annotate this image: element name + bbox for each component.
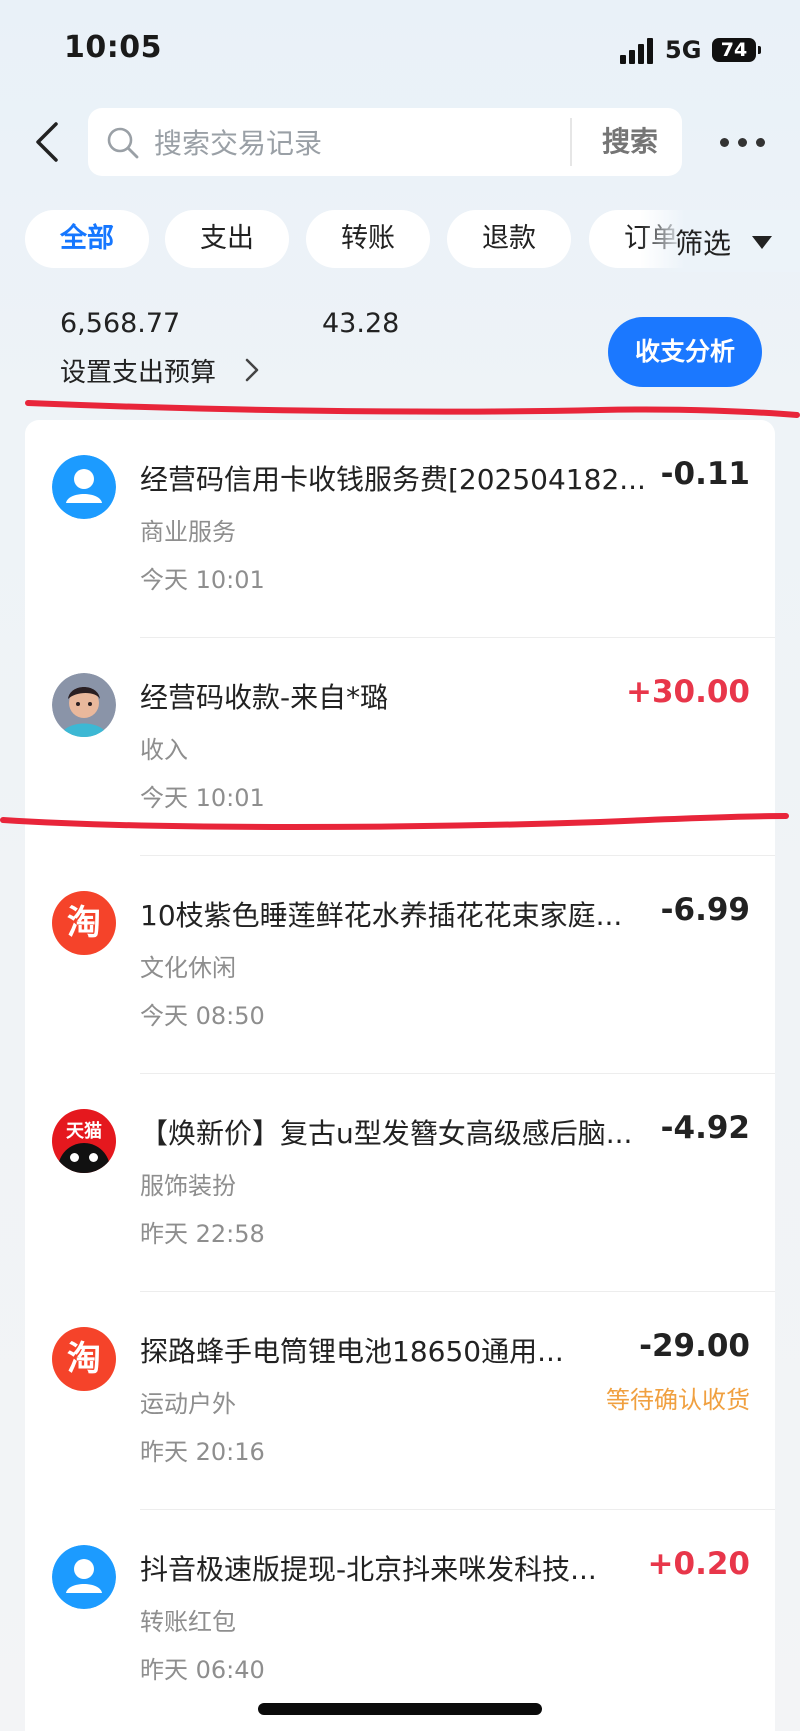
transaction-time: 昨天 20:16: [140, 1438, 265, 1466]
transaction-row[interactable]: 淘 10枝紫色睡莲鲜花水养插花花束家庭... 文化休闲 今天 08:50 -6.…: [25, 856, 775, 1074]
transaction-time: 昨天 06:40: [140, 1656, 265, 1684]
tab-expense[interactable]: 支出: [165, 210, 289, 268]
transaction-category: 商业服务: [140, 518, 236, 546]
transaction-amount: -29.00: [639, 1328, 750, 1364]
filter-button[interactable]: 筛选: [675, 222, 731, 262]
transaction-time: 今天 08:50: [140, 1002, 265, 1030]
annotation-line-top: [25, 400, 800, 418]
transaction-category: 文化休闲: [140, 954, 236, 982]
expense-total: 6,568.77: [60, 308, 181, 339]
tmall-cat-face: [58, 1143, 110, 1173]
transaction-row[interactable]: 淘 探路蜂手电筒锂电池18650通用... 运动户外 昨天 20:16 -29.…: [25, 1292, 775, 1510]
transaction-amount: -4.92: [660, 1110, 750, 1146]
transaction-row[interactable]: 经营码信用卡收钱服务费[202504182... 商业服务 今天 10:01 -…: [25, 420, 775, 638]
transaction-amount: +30.00: [625, 674, 750, 710]
transaction-amount: -6.99: [660, 892, 750, 928]
transaction-title: 探路蜂手电筒锂电池18650通用...: [140, 1335, 564, 1368]
tab-transfer[interactable]: 转账: [306, 210, 430, 268]
search-bar[interactable]: 搜索: [88, 108, 682, 176]
more-options-icon[interactable]: [720, 128, 766, 156]
search-input[interactable]: [152, 120, 636, 166]
network-label: 5G: [665, 36, 702, 64]
transaction-amount: -0.11: [660, 456, 750, 492]
clock: 10:05: [64, 30, 162, 65]
transaction-time: 今天 10:01: [140, 784, 265, 812]
transaction-title: 【焕新价】复古u型发簪女高级感后脑...: [140, 1117, 633, 1150]
income-total: 43.28: [322, 308, 400, 339]
order-status-badge: 等待确认收货: [606, 1386, 750, 1414]
tab-all[interactable]: 全部: [25, 210, 149, 268]
search-button[interactable]: 搜索: [580, 108, 680, 176]
transaction-row[interactable]: 抖音极速版提现-北京抖来咪发科技... 转账红包 昨天 06:40 +0.20: [25, 1510, 775, 1728]
transaction-category: 运动户外: [140, 1390, 236, 1418]
back-arrow-icon[interactable]: [30, 120, 70, 164]
caret-down-icon[interactable]: [752, 236, 772, 249]
transaction-title: 经营码收款-来自*璐: [140, 681, 389, 714]
taobao-icon: 淘: [52, 891, 116, 955]
chevron-right-icon[interactable]: [242, 356, 262, 384]
home-indicator[interactable]: [258, 1703, 542, 1715]
set-budget-link[interactable]: 设置支出预算: [60, 352, 216, 389]
user-icon: [52, 1545, 116, 1609]
user-icon: [52, 455, 116, 519]
transaction-time: 今天 10:01: [140, 566, 265, 594]
transaction-amount: +0.20: [647, 1546, 750, 1582]
transaction-row[interactable]: 经营码收款-来自*璐 收入 今天 10:01 +30.00: [25, 638, 775, 856]
signal-icon: [620, 36, 656, 64]
taobao-icon: 淘: [52, 1327, 116, 1391]
transaction-category: 服饰装扮: [140, 1172, 236, 1200]
income-expense-analysis-button[interactable]: 收支分析: [608, 317, 762, 387]
transaction-time: 昨天 22:58: [140, 1220, 265, 1248]
search-divider: [570, 118, 572, 166]
tmall-icon-label: 天猫: [66, 1121, 102, 1142]
tab-refund[interactable]: 退款: [447, 210, 571, 268]
child-photo-avatar: [52, 673, 116, 737]
search-icon: [107, 127, 139, 159]
status-bar: 10:05 5G 74: [0, 0, 800, 100]
tmall-icon: 天猫: [52, 1109, 116, 1173]
transaction-category: 收入: [140, 736, 188, 764]
transaction-title: 10枝紫色睡莲鲜花水养插花花束家庭...: [140, 899, 623, 932]
transaction-title: 抖音极速版提现-北京抖来咪发科技...: [140, 1553, 597, 1586]
transaction-title: 经营码信用卡收钱服务费[202504182...: [140, 463, 646, 496]
transaction-row[interactable]: 天猫 【焕新价】复古u型发簪女高级感后脑... 服饰装扮 昨天 22:58 -4…: [25, 1074, 775, 1292]
transaction-list: 经营码信用卡收钱服务费[202504182... 商业服务 今天 10:01 -…: [25, 420, 775, 1731]
battery-icon: 74: [712, 38, 761, 62]
transaction-category: 转账红包: [140, 1608, 236, 1636]
